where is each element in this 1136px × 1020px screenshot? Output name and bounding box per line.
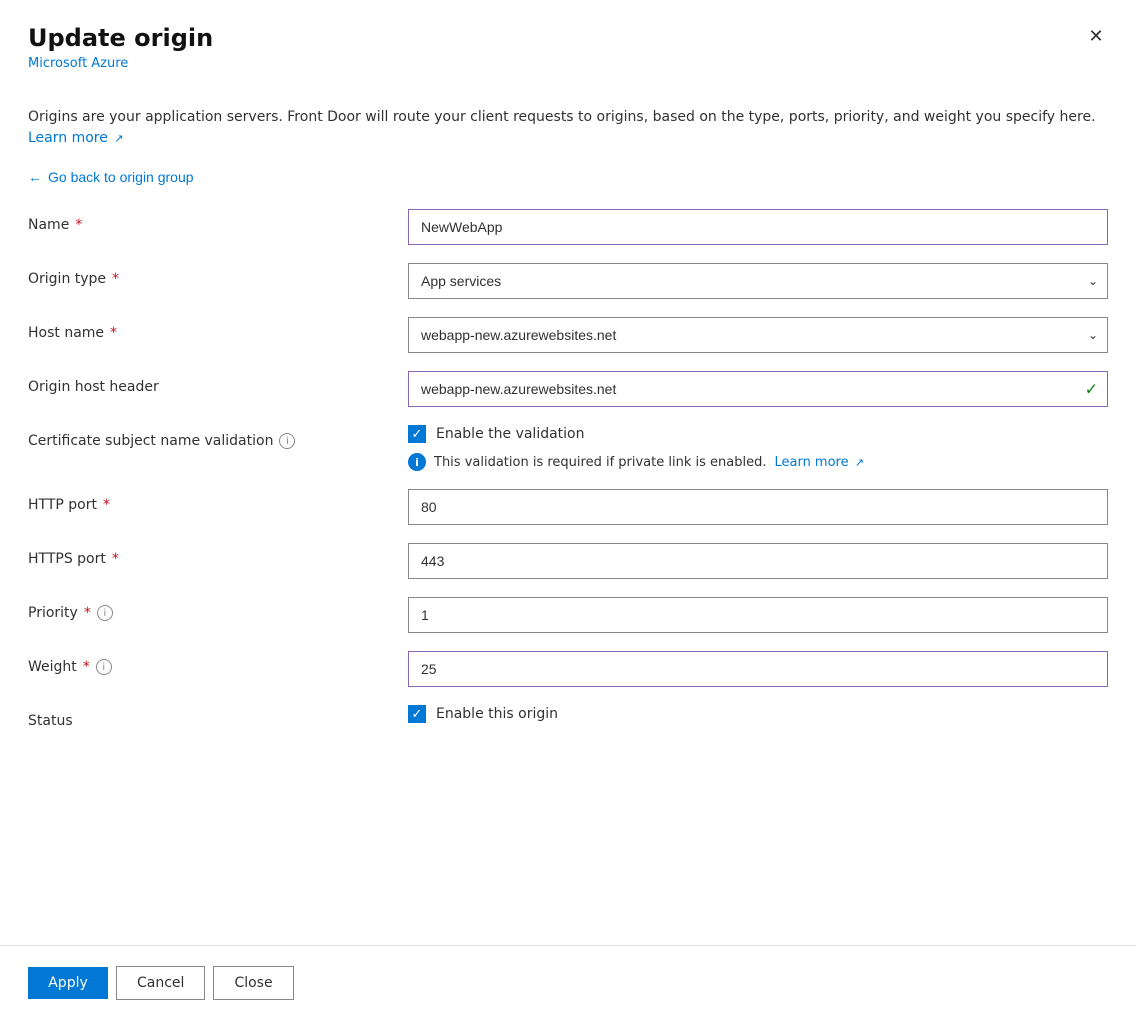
priority-input[interactable]	[408, 597, 1108, 633]
certificate-validation-learn-more-link[interactable]: Learn more ↗	[774, 455, 864, 470]
close-button[interactable]: Close	[213, 966, 293, 1000]
origin-host-header-with-check: ✓	[408, 371, 1108, 407]
http-port-row: HTTP port *	[28, 489, 1108, 525]
priority-required-star: *	[84, 605, 91, 621]
certificate-validation-wrap: ✓ Enable the validation i This validatio…	[408, 425, 1108, 471]
name-required-star: *	[75, 217, 82, 233]
status-label: Status	[28, 705, 408, 729]
cancel-button[interactable]: Cancel	[116, 966, 205, 1000]
status-row: Status ✓ Enable this origin	[28, 705, 1108, 741]
panel-header: Update origin Microsoft Azure ✕	[0, 0, 1136, 87]
name-row: Name *	[28, 209, 1108, 245]
go-back-button[interactable]: ← Go back to origin group	[28, 169, 194, 185]
http-port-input-wrap	[408, 489, 1108, 525]
host-name-required-star: *	[110, 325, 117, 341]
status-checkbox[interactable]: ✓	[408, 705, 426, 723]
priority-input-wrap	[408, 597, 1108, 633]
certificate-validation-checkbox-label: Enable the validation	[436, 426, 585, 442]
origin-host-header-input-wrap: ✓	[408, 371, 1108, 407]
origin-host-header-check-icon: ✓	[1085, 380, 1098, 399]
weight-row: Weight * i	[28, 651, 1108, 687]
status-checkmark: ✓	[412, 708, 423, 721]
priority-label: Priority * i	[28, 597, 408, 621]
certificate-validation-row: Certificate subject name validation i ✓ …	[28, 425, 1108, 471]
origin-type-required-star: *	[112, 271, 119, 287]
certificate-validation-info-icon[interactable]: i	[279, 433, 295, 449]
origin-type-select-wrap: App services Custom Storage (Azure Blob)…	[408, 263, 1108, 299]
origin-type-input-wrap: App services Custom Storage (Azure Blob)…	[408, 263, 1108, 299]
https-port-input[interactable]	[408, 543, 1108, 579]
certificate-validation-checkbox-row: ✓ Enable the validation	[408, 425, 1108, 443]
http-port-input[interactable]	[408, 489, 1108, 525]
host-name-input-wrap: webapp-new.azurewebsites.net ⌄	[408, 317, 1108, 353]
priority-info-icon[interactable]: i	[97, 605, 113, 621]
origin-host-header-row: Origin host header ✓	[28, 371, 1108, 407]
info-circle-icon: i	[408, 453, 426, 471]
panel-subtitle: Microsoft Azure	[28, 56, 1108, 71]
host-name-select[interactable]: webapp-new.azurewebsites.net	[408, 317, 1108, 353]
origin-host-header-label: Origin host header	[28, 371, 408, 395]
certificate-validation-info: i This validation is required if private…	[408, 453, 1108, 471]
https-port-label: HTTPS port *	[28, 543, 408, 567]
panel-footer: Apply Cancel Close	[0, 945, 1136, 1020]
host-name-label: Host name *	[28, 317, 408, 341]
panel-content: Origins are your application servers. Fr…	[0, 87, 1136, 945]
name-input[interactable]	[408, 209, 1108, 245]
weight-input-wrap	[408, 651, 1108, 687]
weight-info-icon[interactable]: i	[96, 659, 112, 675]
weight-label: Weight * i	[28, 651, 408, 675]
certificate-validation-label: Certificate subject name validation i	[28, 425, 408, 449]
apply-button[interactable]: Apply	[28, 967, 108, 999]
description-text: Origins are your application servers. Fr…	[28, 107, 1108, 149]
external-link-icon: ↗	[114, 131, 123, 148]
host-name-row: Host name * webapp-new.azurewebsites.net…	[28, 317, 1108, 353]
https-port-row: HTTPS port *	[28, 543, 1108, 579]
origin-type-row: Origin type * App services Custom Storag…	[28, 263, 1108, 299]
origin-host-header-input[interactable]	[408, 371, 1108, 407]
https-port-required-star: *	[112, 551, 119, 567]
panel-title: Update origin	[28, 24, 1108, 52]
name-input-wrap	[408, 209, 1108, 245]
status-checkbox-row: ✓ Enable this origin	[408, 705, 1108, 723]
update-origin-panel: Update origin Microsoft Azure ✕ Origins …	[0, 0, 1136, 1020]
certificate-validation-checkmark: ✓	[412, 428, 423, 441]
origin-type-select[interactable]: App services Custom Storage (Azure Blob)…	[408, 263, 1108, 299]
http-port-required-star: *	[103, 497, 110, 513]
origin-type-label: Origin type *	[28, 263, 408, 287]
description-learn-more-link[interactable]: Learn more ↗	[28, 130, 124, 146]
https-port-input-wrap	[408, 543, 1108, 579]
weight-input[interactable]	[408, 651, 1108, 687]
certificate-learn-more-external-icon: ↗	[855, 456, 864, 469]
weight-required-star: *	[83, 659, 90, 675]
status-checkbox-label: Enable this origin	[436, 706, 558, 722]
host-name-select-wrap: webapp-new.azurewebsites.net ⌄	[408, 317, 1108, 353]
certificate-validation-checkbox[interactable]: ✓	[408, 425, 426, 443]
name-label: Name *	[28, 209, 408, 233]
priority-row: Priority * i	[28, 597, 1108, 633]
http-port-label: HTTP port *	[28, 489, 408, 513]
back-arrow-icon: ←	[28, 169, 42, 185]
status-checkbox-wrap: ✓ Enable this origin	[408, 705, 1108, 723]
close-icon-button[interactable]: ✕	[1080, 20, 1112, 52]
